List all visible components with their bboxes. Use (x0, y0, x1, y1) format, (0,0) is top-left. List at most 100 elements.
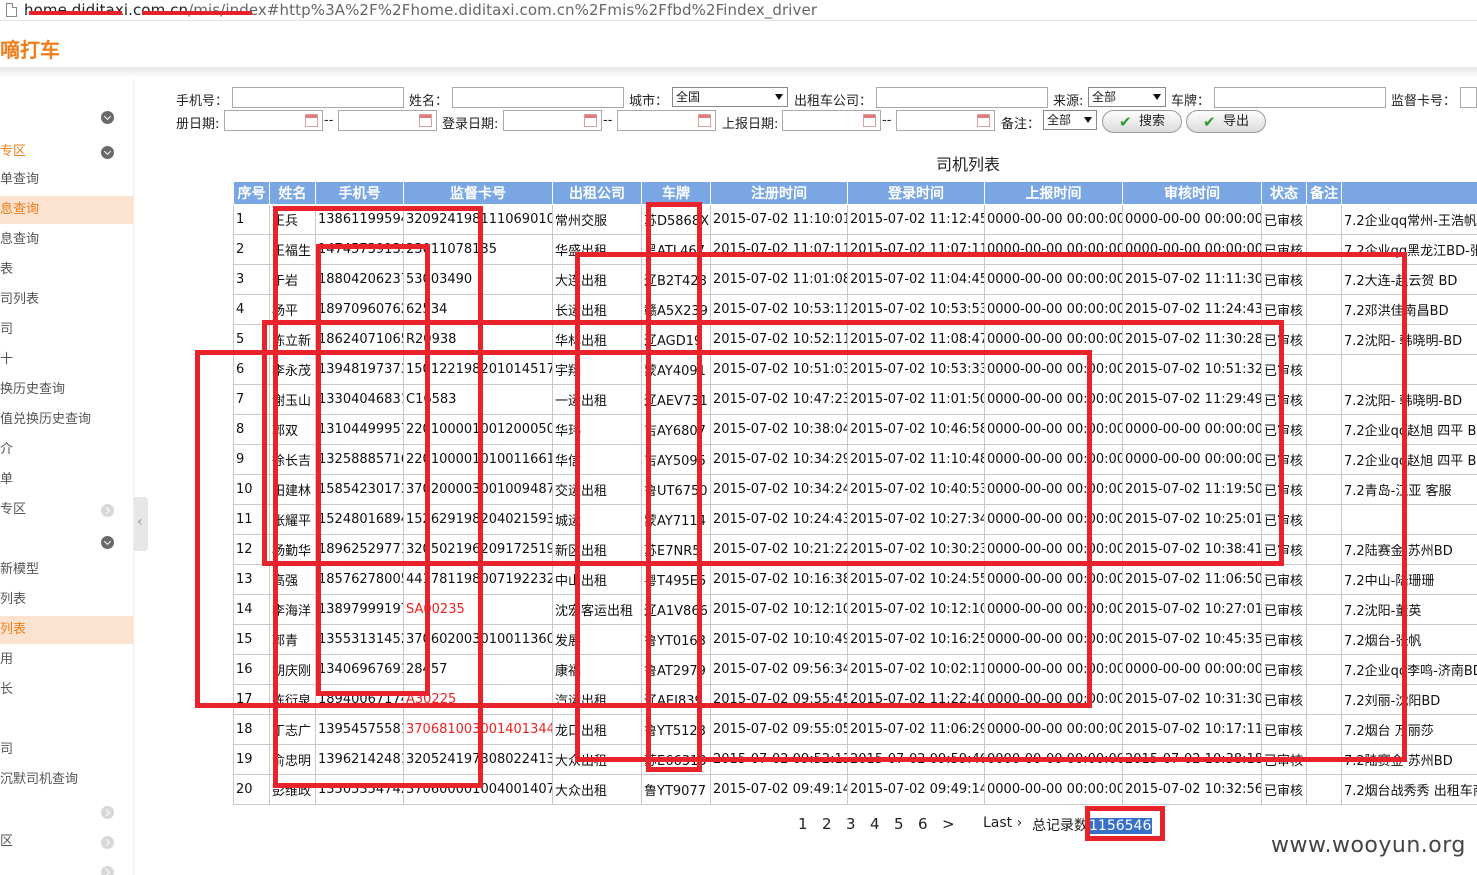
page-link[interactable]: 4 (870, 815, 880, 833)
column-header[interactable]: 注册时间 (710, 181, 848, 205)
column-header[interactable]: 审核时间 (1122, 181, 1262, 205)
sidebar-collapse-handle[interactable] (134, 497, 148, 551)
sidebar-item[interactable] (0, 798, 134, 826)
table-cell: 23011078135 (403, 234, 553, 265)
chevron-right-icon[interactable] (101, 504, 114, 517)
table-row[interactable]: 16 胡庆刚 13406967691 28457 康福 鲁AT2979 2015-07-02… (233, 654, 1477, 685)
chevron-right-icon[interactable] (101, 866, 114, 875)
column-header[interactable]: 出租公司 (552, 181, 642, 205)
sidebar-item[interactable]: 新模型 (0, 556, 134, 584)
register-date-end[interactable] (338, 110, 437, 131)
sidebar-item[interactable]: 换历史查询 (0, 376, 134, 404)
page-link[interactable]: 3 (846, 815, 856, 833)
table-row[interactable]: 8 郭双 13104499957 220100001001200050 华玮 吉AY680… (233, 414, 1477, 445)
source-select[interactable]: 全部 (1088, 87, 1166, 107)
phone-input[interactable] (232, 87, 404, 108)
chevron-down-icon[interactable] (101, 146, 114, 159)
table-row[interactable]: 12 杨勤华 18962529771 320502196209172519 新区出租 苏E… (233, 534, 1477, 565)
plate-input[interactable] (1214, 87, 1386, 108)
report-date-start[interactable] (782, 110, 881, 131)
table-row[interactable]: 9 徐长吉 13258885716 220100001010011661 华信 吉AY50… (233, 444, 1477, 475)
sidebar-item[interactable]: 单 (0, 466, 134, 494)
sidebar-item-label: 换历史查询 (0, 382, 66, 397)
table-row[interactable]: 3 于岩 18804206237 53003490 大连出租 辽B2T428 2015-07… (233, 264, 1477, 295)
column-header[interactable]: 监督卡号 (403, 181, 553, 205)
table-cell: SA00235 (403, 594, 553, 625)
name-input[interactable] (452, 87, 624, 108)
column-header[interactable]: 序号 (233, 181, 270, 205)
sidebar-item[interactable]: 单查询 (0, 166, 134, 194)
table-row[interactable]: 4 杨平 18970960762 62534 长运出租 赣A5X239 2015-07-02… (233, 294, 1477, 325)
table-row[interactable]: 7 谢玉山 13304046831 C16583 一运出租 辽AEV731 2015-07-… (233, 384, 1477, 415)
search-button[interactable]: ✔ 搜索 (1102, 110, 1182, 133)
column-header[interactable]: 状态 (1261, 181, 1307, 205)
sidebar-item[interactable]: 司 (0, 316, 134, 344)
chevron-down-icon[interactable] (101, 111, 114, 124)
sidebar-item[interactable]: 区 (0, 828, 134, 856)
table-cell (1306, 624, 1342, 655)
table-row[interactable]: 2 王福生 14745739135 23011078135 华盛出租 黑ATL467 201… (233, 234, 1477, 265)
page-link[interactable]: 5 (894, 815, 904, 833)
sidebar-item[interactable]: 表 (0, 256, 134, 284)
total-records: 总记录数1156546 (1032, 815, 1153, 835)
table-row[interactable]: 13 高强 18576278005 441781198007192232 中山出租 粤T4… (233, 564, 1477, 595)
chevron-right-icon[interactable] (101, 836, 114, 849)
chevron-right-icon[interactable] (101, 806, 114, 819)
sidebar-item[interactable]: 用 (0, 646, 134, 674)
table-row[interactable]: 6 李永茂 13948197373 150122198201014517 宇翔 蒙AY40… (233, 354, 1477, 385)
sidebar-item[interactable]: 十 (0, 346, 134, 374)
page-link[interactable]: > (942, 815, 955, 833)
sidebar-item[interactable] (0, 528, 134, 556)
city-select[interactable]: 全国 (672, 87, 788, 107)
table-row[interactable]: 19 俞忠明 13962142481 320524197308022413 大众出租 苏E… (233, 744, 1477, 775)
sidebar-item[interactable] (0, 103, 134, 131)
sidebar-item[interactable] (0, 706, 134, 734)
taxi-company-input[interactable] (876, 87, 1048, 108)
page-link[interactable]: 2 (822, 815, 832, 833)
page-link[interactable]: 6 (918, 815, 928, 833)
sidebar-item[interactable]: 长 (0, 676, 134, 704)
sidebar-item[interactable]: 息查询 (0, 226, 134, 254)
sidebar-item[interactable]: 值兑换历史查询 (0, 406, 134, 434)
table-row[interactable]: 20 彭维政 13505354742 370600001004001407 大众出租 鲁Y… (233, 774, 1477, 805)
export-button[interactable]: ✔ 导出 (1186, 110, 1266, 133)
table-cell: 王福生 (269, 234, 316, 265)
table-row[interactable]: 10 田建林 15854230173 370200003001009487 交运出租 鲁U… (233, 474, 1477, 505)
address-bar[interactable]: home.diditaxi.com.cn/mis/index#http%3A%2… (0, 0, 1477, 21)
column-header[interactable]: 备注 (1306, 181, 1342, 205)
table-row[interactable]: 17 陈衍泉 18940067174 A30225 汽运出租 辽AEJ839 2015-07… (233, 684, 1477, 715)
sidebar-item[interactable]: 沉默司机查询 (0, 766, 134, 794)
sidebar-item[interactable]: 司 (0, 736, 134, 764)
sidebar-item[interactable]: 专区 (0, 138, 134, 166)
sidebar-item[interactable] (0, 858, 134, 875)
name-label: 姓名： (409, 94, 449, 109)
sidebar-item[interactable]: 列表 (0, 586, 134, 614)
supervise-card-input[interactable] (1460, 87, 1477, 108)
table-row[interactable]: 15 郭青 13553131452 370602003010011360 发展 鲁YT01… (233, 624, 1477, 655)
login-date-end[interactable] (617, 110, 716, 131)
pager-last[interactable]: Last › (983, 815, 1022, 831)
sidebar-item[interactable]: 专区 (0, 496, 134, 524)
column-header[interactable]: 上报时间 (984, 181, 1123, 205)
sidebar-item[interactable]: 息查询 (0, 196, 134, 224)
column-header[interactable]: 登录时间 (847, 181, 985, 205)
table-row[interactable]: 14 李海洋 13897999197 SA00235 沈宏客运出租 辽A1V866 2015… (233, 594, 1477, 625)
column-header[interactable]: 手机号 (315, 181, 404, 205)
report-date-end[interactable] (896, 110, 995, 131)
column-header[interactable]: 车牌 (641, 181, 711, 205)
page-link[interactable]: 1 (798, 815, 808, 833)
column-header[interactable] (1341, 181, 1477, 205)
sidebar-item[interactable]: 列表 (0, 616, 134, 644)
table-row[interactable]: 18 丁志广 13954575581 370681003001401344 龙口出租 鲁Y… (233, 714, 1477, 745)
sidebar-item[interactable]: 司列表 (0, 286, 134, 314)
column-header[interactable]: 姓名 (269, 181, 316, 205)
register-date-start[interactable] (224, 110, 323, 131)
remark-select[interactable]: 全部 (1043, 110, 1097, 130)
table-row[interactable]: 11 张耀平 15248016894 152629198204021593 城运 蒙AY7… (233, 504, 1477, 535)
url-text[interactable]: home.diditaxi.com.cn/mis/index#http%3A%2… (24, 1, 817, 19)
table-row[interactable]: 1 王兵 13861199594 320924198111069010 常州交服 苏D58… (233, 204, 1477, 235)
table-row[interactable]: 5 陈立新 18624071065 R20938 华林出租 辽AGD19 2015-07-0… (233, 324, 1477, 355)
sidebar-item[interactable]: 介 (0, 436, 134, 464)
chevron-down-icon[interactable] (101, 536, 114, 549)
login-date-start[interactable] (503, 110, 602, 131)
